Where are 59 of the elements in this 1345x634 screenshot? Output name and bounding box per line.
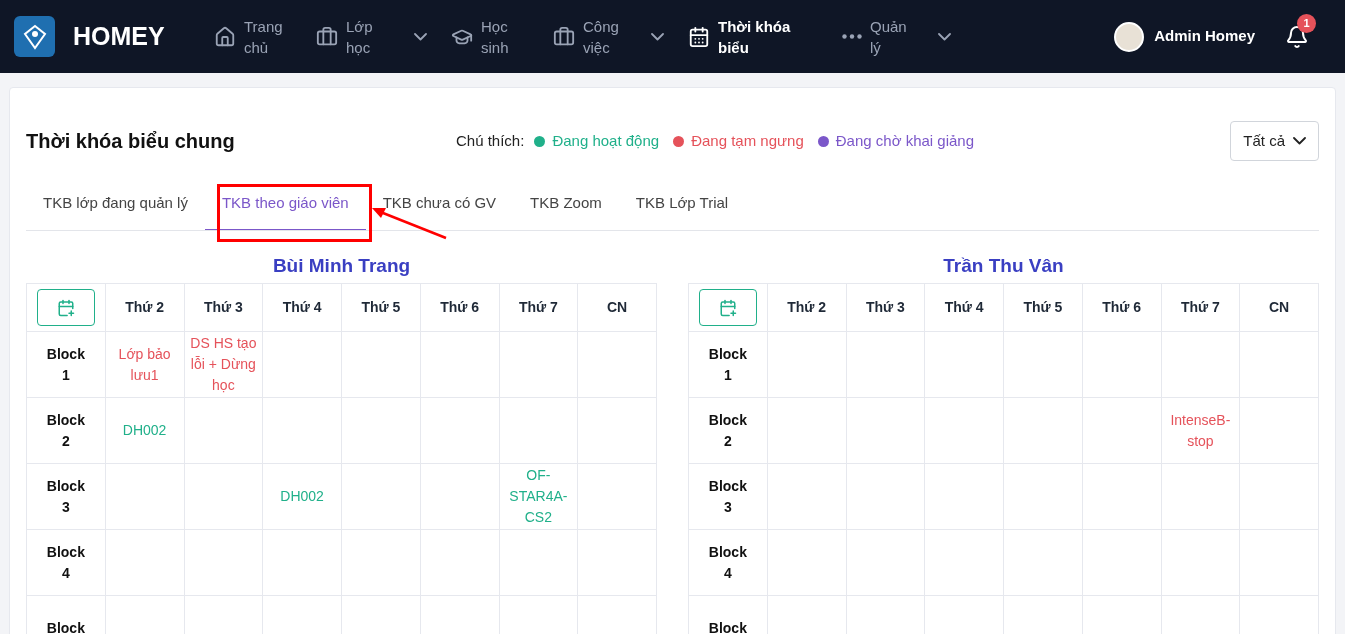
day-header: Thứ 6: [420, 283, 499, 332]
tab[interactable]: TKB theo giáo viên: [204, 177, 366, 230]
nav-item[interactable]: Công việc: [553, 15, 664, 58]
block-label: Block 3: [708, 476, 747, 517]
teacher-name: Bùi Minh Trang: [271, 254, 412, 278]
tab[interactable]: TKB lớp đang quản lý: [26, 177, 205, 230]
day-header: Thứ 7: [1161, 283, 1240, 332]
legend-text: Đang chờ khai giảng: [835, 130, 975, 151]
calendar-plus-icon: [718, 298, 737, 317]
chevron-down-icon: [1293, 137, 1306, 145]
day-header: Thứ 3: [184, 283, 263, 332]
day-header: Thứ 5: [341, 283, 421, 332]
day-header: CN: [1239, 283, 1319, 332]
block-label: Block 2: [708, 410, 747, 451]
user-name[interactable]: Admin Homey: [1154, 25, 1255, 48]
block-label: Block 1: [46, 344, 85, 385]
legend-label: Chú thích:: [456, 130, 525, 151]
legend-text: Đang hoạt động: [552, 130, 660, 151]
briefcase-icon: [316, 25, 338, 48]
day-header: Thứ 7: [499, 283, 578, 332]
more-icon: [842, 34, 862, 39]
brand-name[interactable]: HOMEY: [73, 17, 198, 56]
calendar-icon: [688, 25, 710, 48]
page-title: Thời khóa biểu chung: [26, 129, 236, 154]
add-schedule-button[interactable]: [698, 289, 757, 326]
block-label: Block: [46, 619, 85, 634]
class-entry[interactable]: DS HS tạo lỗi + Dừng học: [186, 333, 261, 396]
day-header: Thứ 4: [924, 283, 1004, 332]
day-header: Thứ 3: [846, 283, 925, 332]
day-header: Thứ 4: [262, 283, 342, 332]
block-label: Block 4: [708, 542, 747, 583]
day-header: CN: [577, 283, 657, 332]
block-label: Block 1: [708, 344, 747, 385]
day-header: Thứ 2: [767, 283, 846, 332]
tab[interactable]: TKB chưa có GV: [365, 177, 514, 230]
logo-icon: [14, 16, 55, 57]
nav-item[interactable]: Quản lý: [842, 15, 951, 58]
tab[interactable]: TKB Lớp Trial: [618, 177, 746, 230]
nav-item[interactable]: Lớp học: [316, 15, 427, 58]
user-avatar[interactable]: [1114, 21, 1145, 52]
nav-item[interactable]: Thời khóa biểu: [688, 15, 818, 58]
nav-item[interactable]: Học sinh: [451, 15, 529, 58]
filter-select[interactable]: Tất cả: [1230, 121, 1319, 161]
legend-text: Đang tạm ngưng: [691, 130, 804, 151]
nav-item[interactable]: Trang chủ: [214, 15, 292, 58]
day-header: Thứ 2: [105, 283, 184, 332]
notification-count: 1: [1297, 13, 1316, 33]
teacher-name: Trần Thu Vân: [942, 254, 1065, 278]
block-label: Block: [708, 619, 747, 634]
add-schedule-button[interactable]: [36, 289, 95, 326]
block-label: Block 3: [46, 476, 85, 517]
tab[interactable]: TKB Zoom: [513, 177, 619, 230]
calendar-plus-icon: [56, 298, 75, 317]
day-header: Thứ 6: [1082, 283, 1161, 332]
block-label: Block 2: [46, 410, 85, 451]
block-label: Block 4: [46, 542, 85, 583]
briefcase-icon: [553, 25, 575, 48]
day-header: Thứ 5: [1003, 283, 1083, 332]
house-icon: [214, 25, 236, 48]
